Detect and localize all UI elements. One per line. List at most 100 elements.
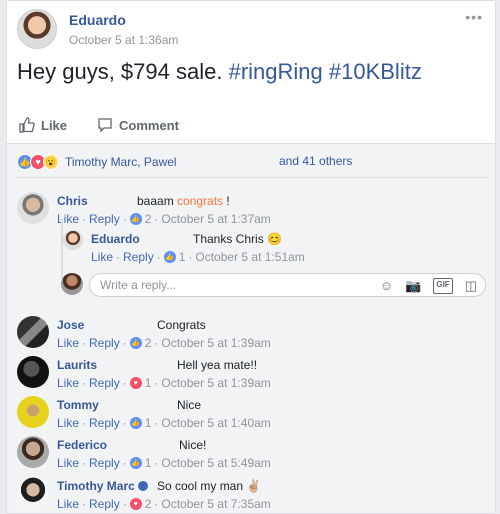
comment-time[interactable]: October 5 at 1:40am <box>161 416 270 430</box>
comment-author[interactable]: Eduardo <box>91 232 140 246</box>
comment-label: Comment <box>119 117 179 133</box>
avatar[interactable] <box>17 396 49 428</box>
hashtag-ringring[interactable]: #ringRing <box>229 59 323 84</box>
comment-author[interactable]: Chris <box>57 194 88 208</box>
reaction-count[interactable]: 2 <box>145 212 152 226</box>
comment-text-part: ! <box>223 194 230 208</box>
love-reaction-icon: ♥ <box>129 498 142 510</box>
comment-like-link[interactable]: Like <box>57 497 79 511</box>
comment-like-link[interactable]: Like <box>91 250 113 264</box>
comment-text-part: baaam <box>137 194 178 208</box>
comment-text: Nice! <box>179 438 207 452</box>
reaction-count[interactable]: 1 <box>145 416 152 430</box>
comment-button[interactable]: Comment <box>97 117 179 133</box>
highlight-word: congrats <box>177 194 224 208</box>
comment-chris: Chris baaam congrats ! Like · Reply · 👍 2 ·… <box>17 192 487 228</box>
comment-author[interactable]: Tommy <box>57 398 99 412</box>
comment-like-link[interactable]: Like <box>57 456 79 470</box>
avatar[interactable] <box>17 316 49 348</box>
reaction-count[interactable]: 1 <box>179 250 186 264</box>
reply-eduardo: Eduardo Thanks Chris 😊 Like · Reply · 👍 1 ·… <box>63 230 483 266</box>
comment-text: Congrats <box>157 318 206 332</box>
comment-like-link[interactable]: Like <box>57 376 79 390</box>
reaction-count[interactable]: 2 <box>145 336 152 350</box>
divider <box>17 177 487 178</box>
comment-federico: Federico Nice! Like · Reply · 👍 1 · October… <box>17 436 487 472</box>
comment-reply-link[interactable]: Reply <box>123 250 154 264</box>
love-reaction-icon: ♥ <box>129 377 142 389</box>
sticker-icon[interactable]: ◫ <box>465 278 477 294</box>
author-avatar[interactable] <box>17 9 57 49</box>
comment-author[interactable]: Jose <box>57 318 84 332</box>
post-header: Eduardo October 5 at 1:36am ••• <box>17 9 487 53</box>
reaction-names[interactable]: Timothy Marc, Pawel <box>65 155 177 169</box>
hashtag-10kblitz[interactable]: #10KBlitz <box>329 59 422 84</box>
comment-meta: Like · Reply · 👍 1 · October 5 at 1:51am <box>91 250 305 264</box>
avatar <box>61 273 83 295</box>
avatar[interactable] <box>63 230 83 250</box>
comment-meta: Like · Reply · 👍 1 · October 5 at 1:40am <box>57 416 271 430</box>
post-actions: Like Comment <box>17 111 487 141</box>
comments-area: 👍 ♥ 😮 Timothy Marc, Pawel and 41 others … <box>7 144 495 513</box>
comment-author[interactable]: Federico <box>57 438 107 452</box>
comment-author-name[interactable]: Timothy Marc <box>57 479 135 493</box>
like-label: Like <box>41 117 68 133</box>
reply-input[interactable]: Write a reply... ☺ 📷 GIF ◫ <box>89 273 486 297</box>
comment-reply-link[interactable]: Reply <box>89 376 120 390</box>
comment-author: Timothy Marc <box>57 479 149 493</box>
comment-reply-link[interactable]: Reply <box>89 416 120 430</box>
avatar[interactable] <box>17 477 49 509</box>
comment-like-link[interactable]: Like <box>57 416 79 430</box>
comment-laurits: Laurits Hell yea mate!! Like · Reply · ♥ 1… <box>17 356 487 392</box>
comment-time[interactable]: October 5 at 1:39am <box>161 376 270 390</box>
reaction-count[interactable]: 1 <box>145 376 152 390</box>
comment-jose: Jose Congrats Like · Reply · 👍 2 · October … <box>17 316 487 352</box>
post-card: Eduardo October 5 at 1:36am ••• Hey guys… <box>6 0 496 514</box>
comment-like-link[interactable]: Like <box>57 336 79 350</box>
reactions-summary[interactable]: 👍 ♥ 😮 Timothy Marc, Pawel and 41 others <box>17 154 352 170</box>
comment-time[interactable]: October 5 at 1:51am <box>195 250 304 264</box>
author-name[interactable]: Eduardo <box>69 12 126 28</box>
gif-icon[interactable]: GIF <box>433 278 453 294</box>
comment-author[interactable]: Laurits <box>57 358 97 372</box>
comment-meta: Like · Reply · 👍 2 · October 5 at 1:37am <box>57 212 271 226</box>
comment-reply-link[interactable]: Reply <box>89 336 120 350</box>
avatar[interactable] <box>17 356 49 388</box>
like-button[interactable]: Like <box>19 117 67 133</box>
comment-time[interactable]: October 5 at 1:39am <box>161 336 270 350</box>
like-reaction-icon: 👍 <box>129 417 142 429</box>
comment-tommy: Tommy Nice Like · Reply · 👍 1 · October 5 a… <box>17 396 487 432</box>
camera-icon[interactable]: 📷 <box>405 278 421 294</box>
like-reaction-icon: 👍 <box>129 213 142 225</box>
comment-time[interactable]: October 5 at 7:35am <box>161 497 270 511</box>
verified-badge-icon <box>138 481 149 491</box>
comment-text: Thanks Chris 😊 <box>193 232 282 246</box>
reply-composer: Write a reply... ☺ 📷 GIF ◫ <box>61 273 486 297</box>
comment-meta: Like · Reply · 👍 1 · October 5 at 5:49am <box>57 456 271 470</box>
comment-text: Hell yea mate!! <box>177 358 258 372</box>
reaction-count[interactable]: 1 <box>145 456 152 470</box>
avatar[interactable] <box>17 436 49 468</box>
comment-meta: Like · Reply · ♥ 1 · October 5 at 1:39am <box>57 376 271 390</box>
comment-text: Nice <box>177 398 202 412</box>
comment-text: baaam congrats ! <box>137 194 230 208</box>
post-text: Hey guys, $794 sale. #ringRing #10KBlitz <box>17 59 422 85</box>
comment-reply-link[interactable]: Reply <box>89 456 120 470</box>
reaction-count[interactable]: 2 <box>145 497 152 511</box>
avatar[interactable] <box>17 192 49 224</box>
comment-meta: Like · Reply · ♥ 2 · October 5 at 7:35am <box>57 497 271 511</box>
comment-reply-link[interactable]: Reply <box>89 212 120 226</box>
comment-time[interactable]: October 5 at 5:49am <box>161 456 270 470</box>
reply-placeholder: Write a reply... <box>100 278 177 292</box>
emoji-icon[interactable]: ☺ <box>380 278 393 294</box>
comment-time[interactable]: October 5 at 1:37am <box>161 212 270 226</box>
thumbs-up-icon <box>19 117 35 133</box>
post-time[interactable]: October 5 at 1:36am <box>69 33 178 47</box>
comment-bubble-icon <box>98 118 112 133</box>
comment-reply-link[interactable]: Reply <box>89 497 120 511</box>
comment-meta: Like · Reply · 👍 2 · October 5 at 1:39am <box>57 336 271 350</box>
like-reaction-icon: 👍 <box>129 337 142 349</box>
reaction-others[interactable]: and 41 others <box>279 154 352 168</box>
post-text-plain: Hey guys, $794 sale. <box>17 59 229 84</box>
more-options-icon[interactable]: ••• <box>465 9 483 25</box>
